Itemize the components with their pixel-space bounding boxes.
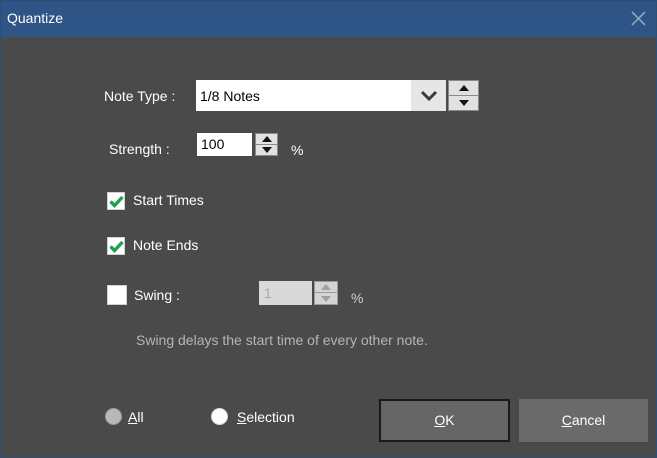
arrow-down-icon <box>458 99 469 106</box>
note-type-select[interactable]: 1/8 Notes <box>196 80 446 111</box>
ok-accel: O <box>434 412 446 428</box>
strength-up-button[interactable] <box>256 134 277 145</box>
arrow-up-icon <box>261 135 272 142</box>
selection-radio-label[interactable]: Selection <box>237 409 295 425</box>
note-type-dropdown-button[interactable] <box>411 80 446 111</box>
swing-hint-text: Swing delays the start time of every oth… <box>136 332 428 348</box>
swing-down-button[interactable] <box>315 293 337 304</box>
arrow-down-icon <box>261 146 272 153</box>
strength-input[interactable]: 100 <box>197 133 252 156</box>
swing-value: 1 <box>264 285 272 301</box>
all-radio-label[interactable]: All <box>128 409 144 425</box>
title-bar: Quantize <box>1 1 656 37</box>
quantize-dialog: Quantize Note Type : 1/8 Notes Strength … <box>0 0 657 458</box>
strength-spinner[interactable] <box>255 133 278 156</box>
cancel-rest: ancel <box>571 412 606 428</box>
arrow-up-icon <box>458 84 469 91</box>
selection-accel: S <box>237 409 247 425</box>
swing-label: Swing : <box>134 287 180 303</box>
arrow-up-icon <box>321 284 331 290</box>
swing-input[interactable]: 1 <box>259 281 312 305</box>
spinner-down-button[interactable] <box>449 96 478 111</box>
selection-radio[interactable] <box>211 408 228 425</box>
checkmark-icon <box>109 240 124 253</box>
dialog-title: Quantize <box>7 10 64 26</box>
start-times-label: Start Times <box>133 192 204 208</box>
all-radio[interactable] <box>105 408 122 425</box>
cancel-button[interactable]: Cancel <box>519 399 648 442</box>
swing-up-button[interactable] <box>315 282 337 293</box>
all-rest: ll <box>137 409 144 425</box>
strength-down-button[interactable] <box>256 145 277 156</box>
swing-unit: % <box>351 290 364 306</box>
start-times-checkbox[interactable] <box>107 192 125 210</box>
note-type-label: Note Type : <box>104 88 176 104</box>
ok-button[interactable]: OK <box>379 399 510 442</box>
swing-spinner[interactable] <box>314 281 338 305</box>
strength-value: 100 <box>201 136 225 152</box>
strength-label: Strength : <box>109 141 170 157</box>
all-accel: A <box>128 409 138 425</box>
note-type-spinner[interactable] <box>448 80 479 111</box>
close-icon <box>631 11 646 26</box>
selection-rest: election <box>246 409 295 425</box>
ok-rest: K <box>445 412 455 428</box>
cancel-accel: C <box>561 412 572 428</box>
note-ends-label: Note Ends <box>133 237 199 253</box>
checkmark-icon <box>109 195 124 208</box>
strength-unit: % <box>291 142 304 158</box>
close-button[interactable] <box>620 1 656 37</box>
note-type-value: 1/8 Notes <box>200 88 260 104</box>
chevron-down-icon <box>420 90 438 102</box>
spinner-up-button[interactable] <box>449 81 478 96</box>
note-ends-checkbox[interactable] <box>107 237 125 255</box>
swing-checkbox[interactable] <box>107 285 127 305</box>
arrow-down-icon <box>321 295 331 302</box>
